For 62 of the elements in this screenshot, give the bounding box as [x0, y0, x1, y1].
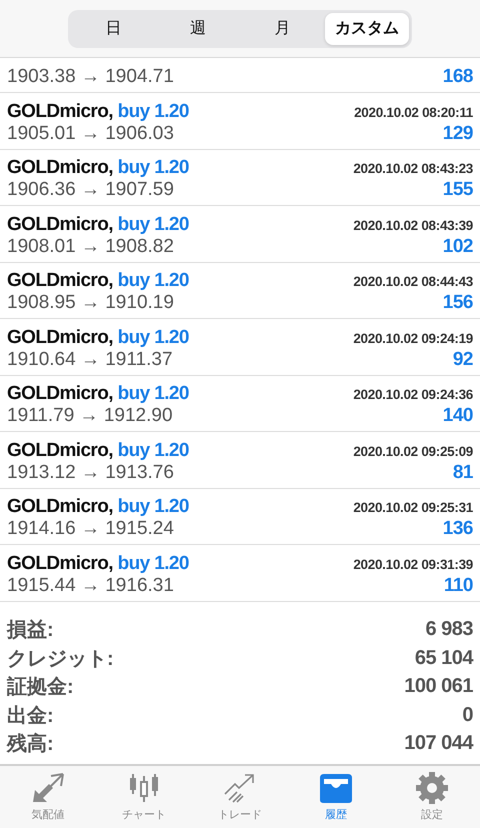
trade-profit: 140 [442, 405, 473, 427]
trade-profit: 92 [452, 348, 473, 370]
tab-bar-item[interactable]: チャート [96, 766, 192, 828]
tab-bar-item[interactable]: 設定 [384, 766, 480, 828]
summary-label: 出金: [7, 704, 54, 729]
tab-bar-item[interactable]: 履歴 [288, 766, 384, 828]
summary-value: 0 [462, 704, 473, 727]
trade-prices: 1906.36 → 1907.59 [7, 179, 174, 201]
trade-title: GOLDmicro, buy 1.20 [7, 100, 189, 122]
trade-time: 2020.10.02 08:20:11 [354, 104, 473, 120]
trade-title: GOLDmicro, buy 1.20 [7, 383, 189, 405]
summary-value: 107 044 [404, 732, 473, 756]
segment-tab[interactable]: 日 [71, 12, 156, 44]
trade-time: 2020.10.02 09:24:19 [353, 330, 473, 346]
trade-time: 2020.10.02 09:25:09 [353, 444, 473, 458]
trade-title: GOLDmicro, buy 1.20 [7, 214, 189, 236]
trade-prices: 1913.12 → 1913.76 [7, 462, 174, 484]
trade-title: GOLDmicro, buy 1.20 [7, 552, 189, 574]
tab-bar-item[interactable]: 気配値 [0, 766, 96, 828]
trade-profit: 102 [442, 236, 473, 258]
trade-time: 2020.10.02 08:44:43 [353, 274, 473, 289]
trade-profit: 81 [452, 462, 473, 484]
trade-time: 2020.10.02 08:43:23 [353, 161, 473, 176]
trade-time: 2020.10.02 09:25:31 [353, 500, 473, 515]
trade-profit: 168 [442, 66, 473, 88]
trade-prices: 1905.01 → 1906.03 [7, 122, 174, 144]
trade-title: GOLDmicro, buy 1.20 [7, 157, 189, 179]
trade-title: GOLDmicro, buy 1.20 [7, 440, 189, 462]
trade-time: 2020.10.02 08:43:39 [353, 218, 473, 232]
trend-arrow-icon [223, 772, 257, 804]
trade-profit: 110 [444, 574, 473, 596]
trade-time: 2020.10.02 09:31:39 [353, 556, 473, 572]
arrows-icon [31, 772, 65, 804]
candlestick-icon [127, 772, 161, 804]
trade-profit: 155 [442, 179, 473, 201]
summary-label: 損益: [7, 618, 54, 644]
trade-prices: 1915.44 → 1916.31 [7, 574, 174, 596]
trade-prices: 1911.79 → 1912.90 [7, 405, 173, 427]
summary-label: クレジット: [7, 646, 114, 672]
trade-profit: 136 [442, 518, 473, 540]
trade-prices: 1908.01 → 1908.82 [7, 236, 174, 258]
summary-value: 6 983 [425, 618, 473, 642]
inbox-icon [319, 772, 353, 804]
summary-value: 100 061 [404, 675, 473, 698]
summary-label: 残高: [7, 732, 54, 758]
trade-prices: 1903.38 → 1904.71 [7, 66, 174, 88]
settings-icon [415, 772, 449, 804]
trade-profit: 129 [442, 122, 473, 144]
segment-tab[interactable]: 月 [240, 12, 324, 44]
trade-title: GOLDmicro, buy 1.20 [7, 270, 189, 292]
trade-prices: 1910.64 → 1911.37 [7, 348, 173, 370]
trade-profit: 156 [442, 292, 473, 314]
segment-tab[interactable]: 週 [156, 12, 240, 44]
trade-title: GOLDmicro, buy 1.20 [7, 496, 189, 518]
summary-value: 65 104 [414, 646, 473, 670]
summary-label: 証拠金: [7, 675, 74, 700]
trade-prices: 1908.95 → 1910.19 [7, 292, 174, 314]
trade-title: GOLDmicro, buy 1.20 [7, 326, 189, 348]
trade-prices: 1914.16 → 1915.24 [7, 518, 174, 540]
trade-time: 2020.10.02 09:24:36 [353, 387, 473, 402]
segment-tab[interactable]: カスタム [324, 12, 409, 44]
tab-bar-item[interactable]: トレード [192, 766, 288, 828]
